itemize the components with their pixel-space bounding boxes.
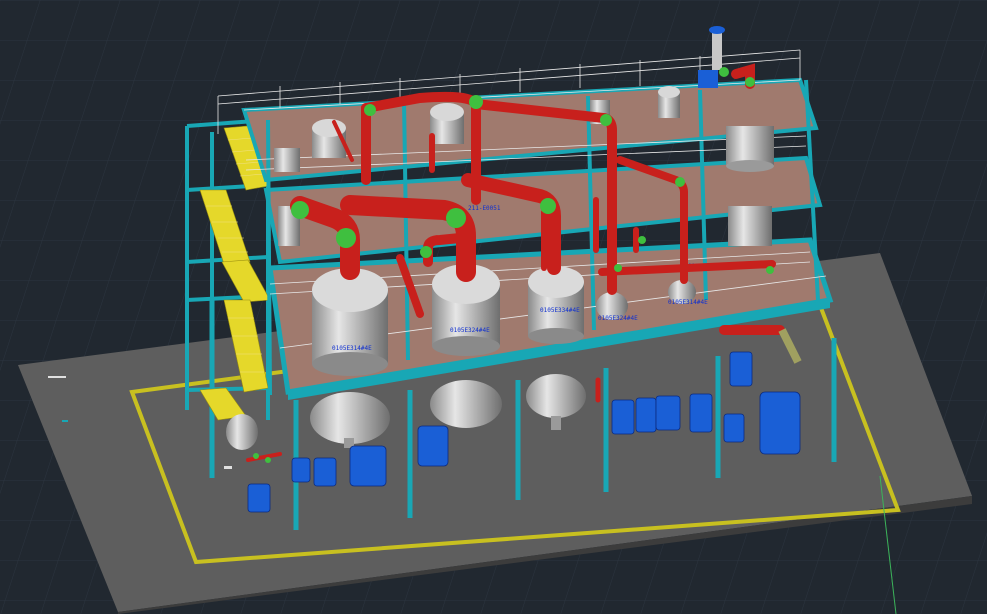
evaporator-2-tag: 0105E324#4E	[450, 327, 490, 334]
cad-model-viewport[interactable]: 0105E314#4E 0105E324#4E 0105E334#4E 0105…	[0, 0, 987, 614]
evaporator-1: 0105E314#4E	[312, 268, 388, 376]
evaporator-3-tag: 0105E334#4E	[540, 307, 580, 314]
evaporator-3: 0105E334#4E	[528, 266, 584, 344]
plant-3d-model[interactable]: 0105E314#4E 0105E324#4E 0105E334#4E 0105…	[0, 0, 987, 614]
separator-2-tag: 0105E314#4E	[668, 299, 708, 306]
separator-1-tag: 0105E324#4E	[598, 315, 638, 322]
upper-equipment-tag: 211-E0051	[468, 205, 501, 212]
evaporator-1-tag: 0105E314#4E	[332, 345, 372, 352]
